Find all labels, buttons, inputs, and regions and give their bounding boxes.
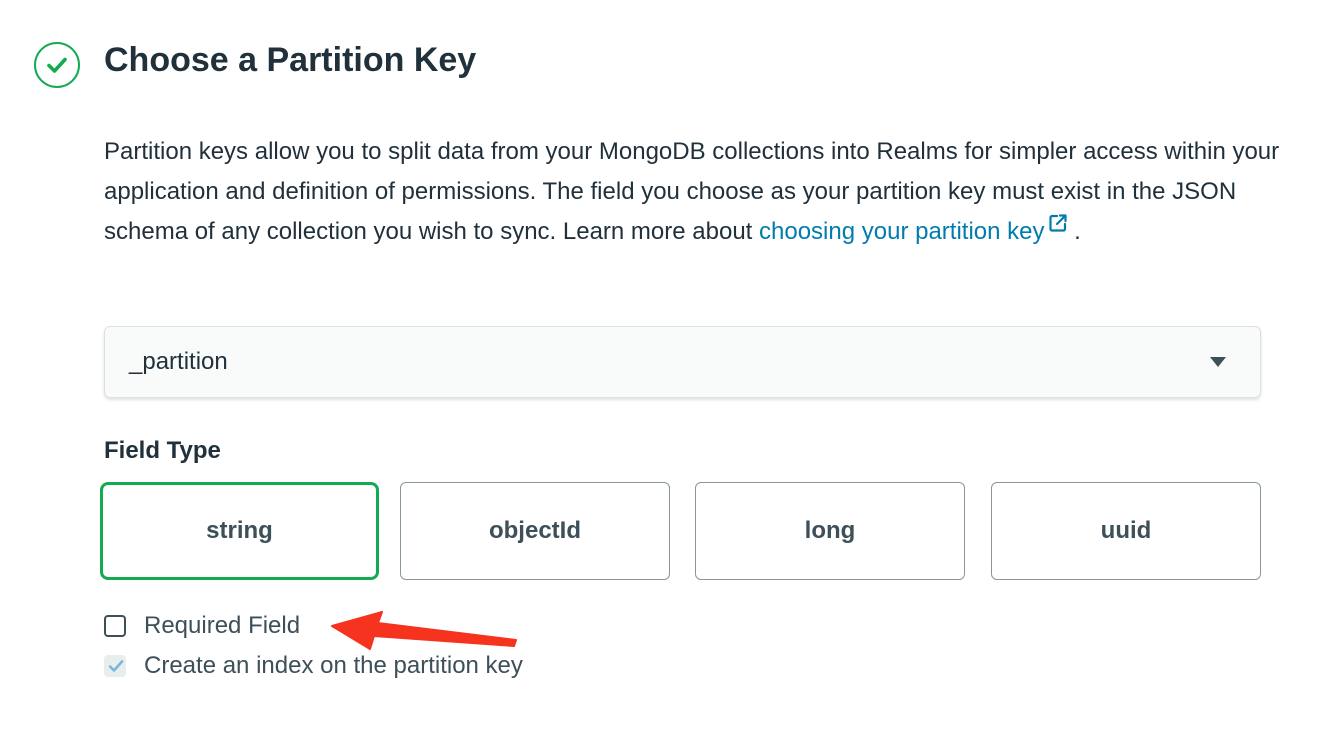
create-index-checkbox[interactable] (104, 655, 126, 677)
red-arrow-annotation (331, 611, 517, 650)
caret-down-icon (1210, 357, 1226, 367)
field-type-option-long[interactable]: long (695, 482, 965, 580)
partition-key-step: Choose a Partition Key Partition keys al… (0, 0, 1332, 742)
external-link-icon (1048, 214, 1067, 232)
description-text: Partition keys allow you to split data f… (104, 138, 1280, 245)
section-description: Partition keys allow you to split data f… (104, 132, 1284, 252)
check-circle-icon (34, 42, 80, 88)
create-index-label: Create an index on the partition key (144, 652, 523, 679)
field-type-label: Field Type (104, 437, 221, 464)
required-field-checkbox[interactable] (104, 615, 126, 637)
field-type-option-uuid[interactable]: uuid (991, 482, 1261, 580)
docs-link-label: choosing your partition key (759, 218, 1045, 245)
checkmark-icon (108, 660, 124, 672)
partition-key-docs-link[interactable]: choosing your partition key (759, 214, 1068, 245)
field-type-option-string[interactable]: string (100, 482, 379, 580)
section-title: Choose a Partition Key (104, 41, 477, 79)
partition-key-select[interactable]: _partition (104, 326, 1261, 398)
required-field-label: Required Field (144, 612, 301, 639)
field-type-option-objectid[interactable]: objectId (400, 482, 670, 580)
required-field-option[interactable]: Required Field (104, 608, 300, 644)
description-suffix: . (1067, 218, 1081, 245)
partition-key-select-value: _partition (129, 348, 228, 375)
